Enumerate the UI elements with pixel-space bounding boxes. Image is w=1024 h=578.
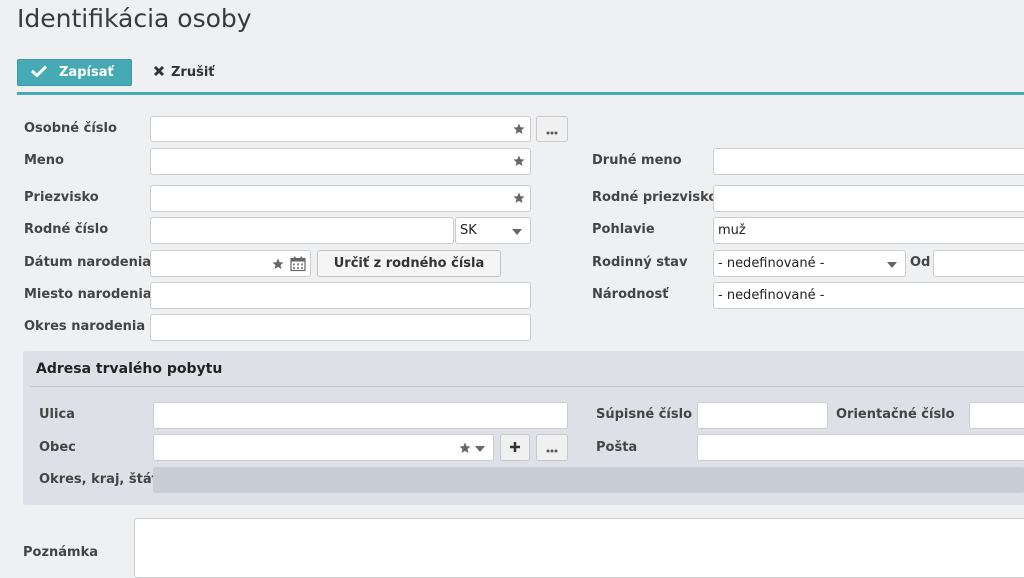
obec-add-button[interactable] (500, 434, 530, 461)
pohlavie-value: muž (718, 223, 746, 238)
supisne-cislo-input[interactable] (697, 402, 828, 429)
okres-narodenia-label: Okres narodenia (24, 319, 146, 334)
star-icon (513, 123, 525, 139)
miesto-narodenia-input[interactable] (150, 282, 531, 309)
meno-input[interactable] (150, 148, 531, 175)
datum-narodenia-input[interactable] (150, 250, 311, 277)
calendar-icon[interactable] (290, 256, 306, 276)
rodne-cislo-country-select[interactable]: SK (455, 217, 531, 244)
okres-narodenia-input[interactable] (150, 314, 531, 341)
ulica-label: Ulica (39, 407, 75, 422)
ellipsis-icon (546, 120, 558, 139)
star-icon (513, 155, 525, 171)
od-label: Od (910, 255, 931, 270)
address-panel-title: Adresa trvalého pobytu (36, 361, 223, 377)
rodne-priezvisko-input[interactable] (713, 185, 1024, 212)
x-icon (153, 65, 165, 81)
ellipsis-icon (546, 438, 558, 457)
country-value: SK (460, 223, 477, 238)
orientacne-cislo-label: Orientačné číslo (836, 407, 955, 422)
orientacne-cislo-input[interactable] (969, 402, 1024, 429)
chevron-down-icon (887, 262, 897, 268)
obec-label: Obec (39, 440, 76, 455)
plus-icon (509, 438, 521, 457)
star-icon (513, 192, 525, 208)
cancel-button-label: Zrušiť (171, 65, 215, 80)
poznamka-textarea[interactable] (134, 518, 1024, 578)
okres-kraj-stat-field (153, 467, 1024, 493)
star-icon (272, 258, 284, 274)
rodne-priezvisko-label: Rodné priezvisko (592, 190, 718, 205)
pohlavie-select[interactable]: muž (713, 217, 1024, 244)
star-icon (459, 442, 471, 458)
narodnost-label: Národnosť (592, 287, 669, 302)
rodne-cislo-label: Rodné číslo (24, 222, 109, 237)
cancel-button[interactable]: Zrušiť (153, 59, 215, 86)
rodinny-stav-select[interactable]: - nedefinované - (713, 250, 906, 277)
ulica-input[interactable] (153, 402, 568, 429)
address-panel-divider (30, 386, 1024, 387)
druhe-meno-input[interactable] (713, 148, 1024, 175)
druhe-meno-label: Druhé meno (592, 153, 682, 168)
posta-input[interactable] (697, 434, 1024, 461)
narodnost-value: - nedefinované - (718, 288, 825, 303)
save-button-label: Zapísať (59, 65, 114, 80)
osobne-cislo-more-button[interactable] (536, 116, 568, 142)
rodinny-stav-label: Rodinný stav (592, 255, 688, 270)
od-date-input[interactable] (933, 250, 1024, 277)
miesto-narodenia-label: Miesto narodenia (24, 287, 152, 302)
rodne-cislo-input[interactable] (150, 217, 454, 244)
toolbar-divider (17, 92, 1024, 95)
priezvisko-label: Priezvisko (24, 190, 99, 205)
pohlavie-label: Pohlavie (592, 222, 655, 237)
urcit-z-rodneho-cisla-button[interactable]: Určiť z rodného čísla (317, 250, 501, 277)
posta-label: Pošta (596, 440, 638, 455)
chevron-down-icon (475, 446, 485, 452)
supisne-cislo-label: Súpisné číslo (596, 407, 693, 422)
page-title: Identifikácia osoby (17, 4, 252, 33)
obec-more-button[interactable] (536, 434, 568, 461)
osobne-cislo-label: Osobné číslo (24, 121, 117, 136)
save-button[interactable]: Zapísať (17, 59, 132, 86)
obec-select[interactable] (153, 434, 494, 461)
chevron-down-icon (512, 229, 522, 235)
priezvisko-input[interactable] (150, 185, 531, 212)
narodnost-select[interactable]: - nedefinované - (713, 282, 1024, 309)
osobne-cislo-input[interactable] (150, 116, 531, 142)
meno-label: Meno (24, 153, 64, 168)
datum-narodenia-label: Dátum narodenia (24, 255, 152, 270)
okres-kraj-stat-label: Okres, kraj, štát (39, 472, 158, 487)
poznamka-label: Poznámka (23, 545, 99, 560)
rodinny-stav-value: - nedefinované - (718, 256, 825, 271)
check-icon (30, 64, 48, 81)
